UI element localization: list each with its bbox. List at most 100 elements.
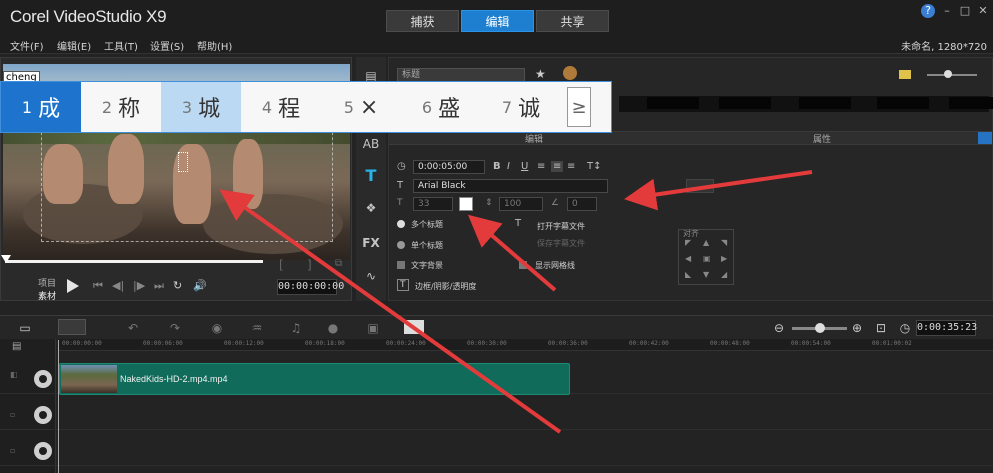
align-center-grid-icon[interactable]: ▣ bbox=[703, 254, 711, 263]
library-dropdown[interactable]: 标题 bbox=[397, 68, 525, 82]
subtitle-editor-icon[interactable]: ▣ bbox=[364, 320, 382, 336]
thumb-size-slider[interactable] bbox=[927, 74, 977, 76]
align-center-icon[interactable]: ≡ bbox=[551, 161, 564, 172]
menu-settings[interactable]: 设置(S) bbox=[150, 38, 184, 53]
ime-candidate[interactable]: 2称 bbox=[81, 82, 161, 132]
mark-out-icon[interactable]: ] bbox=[307, 258, 312, 272]
fit-project-icon[interactable]: ⊡ bbox=[872, 320, 890, 336]
save-subtitle-label[interactable]: 保存字幕文件 bbox=[537, 238, 585, 249]
sound-mixer-icon[interactable]: ♒ bbox=[248, 320, 266, 336]
title-thumbnail[interactable] bbox=[799, 97, 851, 109]
align-right-icon[interactable]: ≡ bbox=[567, 161, 575, 172]
bold-icon[interactable]: B bbox=[493, 161, 501, 172]
checkbox-text-bg[interactable] bbox=[397, 261, 405, 269]
title-thumbnail[interactable] bbox=[647, 97, 699, 109]
filter-icon[interactable]: FX bbox=[361, 234, 381, 252]
align-tc-icon[interactable]: ▲ bbox=[703, 238, 709, 247]
title-icon[interactable]: T bbox=[361, 167, 381, 185]
menu-file[interactable]: 文件(F) bbox=[10, 38, 44, 53]
title-thumbnail[interactable] bbox=[877, 97, 929, 109]
graphic-icon[interactable]: ❖ bbox=[361, 199, 381, 217]
menu-edit[interactable]: 编辑(E) bbox=[57, 38, 91, 53]
home-icon[interactable]: ⏮ bbox=[93, 279, 103, 293]
align-bc-icon[interactable]: ▼ bbox=[703, 270, 709, 279]
zoom-out-icon[interactable]: ⊖ bbox=[770, 320, 788, 336]
radio-multi-title[interactable] bbox=[397, 220, 405, 228]
ime-candidate[interactable]: 1成 bbox=[1, 82, 81, 132]
align-tl-icon[interactable]: ◤ bbox=[685, 238, 691, 247]
motion-tracking-icon[interactable]: ● bbox=[324, 320, 342, 336]
font-select[interactable]: Arial Black bbox=[413, 179, 608, 193]
ime-candidate[interactable]: 4程 bbox=[241, 82, 321, 132]
mode-clip[interactable]: 素材 bbox=[38, 289, 56, 302]
open-subtitle-label[interactable]: 打开字幕文件 bbox=[537, 221, 585, 232]
align-br-icon[interactable]: ◢ bbox=[721, 270, 727, 279]
record-capture-icon[interactable]: ◉ bbox=[208, 320, 226, 336]
play-icon[interactable] bbox=[67, 279, 79, 293]
tab-share[interactable]: 共享 bbox=[536, 10, 609, 32]
ime-candidate[interactable]: 5 × bbox=[321, 82, 401, 132]
track-visibility-icon[interactable]: ▫ bbox=[10, 410, 15, 419]
line-spacing-select[interactable]: 100 bbox=[499, 197, 543, 211]
ime-next-page-icon[interactable]: ≥ bbox=[567, 87, 591, 127]
prev-frame-icon[interactable]: ◀| bbox=[112, 279, 124, 292]
font-size-select[interactable]: 33 bbox=[413, 197, 453, 211]
title-text-box[interactable] bbox=[178, 152, 188, 172]
undo-icon[interactable]: ↶ bbox=[124, 320, 142, 336]
help-icon[interactable]: ? bbox=[921, 4, 935, 18]
text-direction-icon[interactable]: T↕ bbox=[587, 161, 602, 172]
end-icon[interactable]: ⏭ bbox=[154, 279, 164, 293]
radio-single-title[interactable] bbox=[397, 241, 405, 249]
timeline-view-button[interactable] bbox=[58, 319, 86, 335]
align-left-icon[interactable]: ≡ bbox=[537, 161, 545, 172]
timeline-timecode[interactable]: 0:00:35:23 bbox=[916, 320, 977, 336]
align-ml-icon[interactable]: ◀ bbox=[685, 254, 691, 263]
auto-music-icon[interactable]: ♫ bbox=[287, 320, 305, 336]
store-icon[interactable] bbox=[563, 66, 577, 80]
next-frame-icon[interactable]: |▶ bbox=[133, 279, 145, 292]
alignment-grid[interactable]: 对齐 ◤ ▲ ◥ ◀ ▣ ▶ ◣ ▼ ◢ bbox=[678, 229, 734, 285]
italic-icon[interactable]: I bbox=[507, 161, 510, 172]
tab-attributes[interactable]: 属性 bbox=[813, 132, 831, 145]
preview-timecode[interactable]: 00:00:00:00 bbox=[277, 279, 344, 295]
ime-candidate[interactable]: 6盛 bbox=[401, 82, 481, 132]
checkbox-show-grid[interactable] bbox=[519, 261, 527, 269]
maximize-icon[interactable]: □ bbox=[958, 4, 972, 18]
multi-camera-icon[interactable] bbox=[404, 320, 424, 334]
add-star-icon[interactable]: ★ bbox=[535, 67, 546, 81]
view-icon[interactable] bbox=[899, 70, 911, 79]
mark-in-icon[interactable]: [ bbox=[279, 258, 284, 272]
zoom-slider-knob[interactable] bbox=[815, 323, 825, 333]
thumb-size-knob[interactable] bbox=[944, 70, 952, 78]
menu-help[interactable]: 帮助(H) bbox=[197, 38, 232, 53]
minimize-icon[interactable]: – bbox=[940, 4, 954, 18]
path-icon[interactable]: ∿ bbox=[361, 267, 381, 285]
tab-edit-options[interactable]: 编辑 bbox=[525, 132, 543, 145]
tab-capture[interactable]: 捕获 bbox=[386, 10, 459, 32]
expand-icon[interactable] bbox=[978, 132, 992, 144]
font-color-swatch[interactable] bbox=[459, 197, 473, 211]
tab-edit[interactable]: 编辑 bbox=[461, 10, 534, 32]
align-mr-icon[interactable]: ▶ bbox=[721, 254, 727, 263]
border-shadow-icon[interactable]: T bbox=[397, 279, 409, 291]
menu-tools[interactable]: 工具(T) bbox=[104, 38, 138, 53]
track-visibility-icon[interactable]: ▫ bbox=[10, 446, 15, 455]
ime-candidate[interactable]: 7诚 bbox=[481, 82, 561, 132]
close-icon[interactable]: ✕ bbox=[976, 4, 990, 18]
redo-icon[interactable]: ↷ bbox=[166, 320, 184, 336]
align-tr-icon[interactable]: ◥ bbox=[721, 238, 727, 247]
duration-field[interactable]: 0:00:05:00 bbox=[413, 160, 485, 174]
timeline-ruler[interactable]: 00:00:00:00 00:00:06:00 00:00:12:00 00:0… bbox=[58, 339, 993, 351]
track-visibility-icon[interactable]: ◧ bbox=[10, 370, 18, 379]
playhead[interactable] bbox=[58, 340, 59, 473]
video-clip[interactable]: NakedKids-HD-2.mp4.mp4 bbox=[59, 363, 570, 395]
title-thumbnail[interactable] bbox=[949, 97, 993, 109]
repeat-icon[interactable]: ↻ bbox=[173, 279, 182, 292]
border-shadow-label[interactable]: 边框/阴影/透明度 bbox=[415, 281, 476, 292]
attr-field[interactable] bbox=[686, 179, 714, 193]
align-bl-icon[interactable]: ◣ bbox=[685, 270, 691, 279]
enlarge-icon[interactable]: ⧉ bbox=[335, 258, 342, 269]
storyboard-view-icon[interactable]: ▭ bbox=[16, 320, 34, 336]
track-manager-icon[interactable]: ▤ bbox=[12, 341, 21, 352]
mode-project[interactable]: 项目 bbox=[38, 276, 56, 289]
